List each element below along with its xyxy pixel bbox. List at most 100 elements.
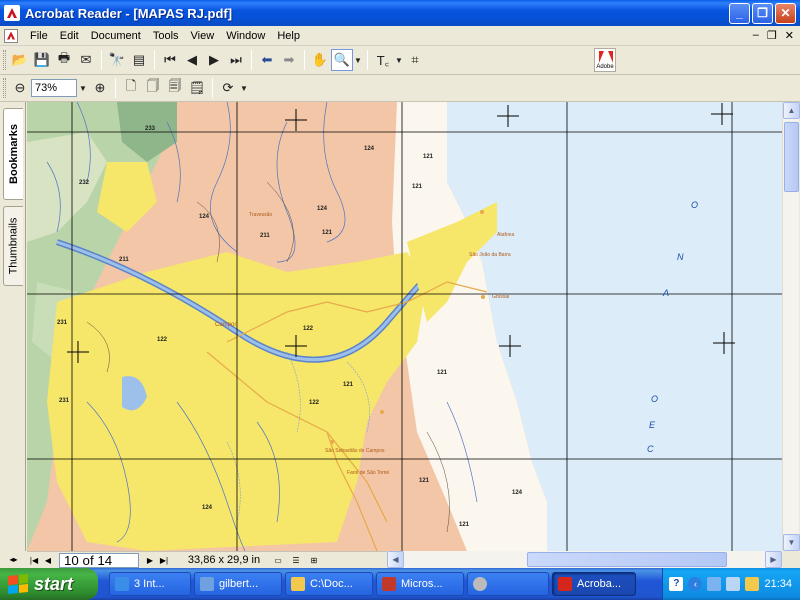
taskbar-button-label: Acroba... [577, 578, 622, 590]
toolbar-grip[interactable] [3, 78, 6, 98]
tab-thumbnails[interactable]: Thumbnails [3, 206, 23, 286]
horizontal-scroll-thumb[interactable] [527, 552, 727, 567]
hand-tool-icon[interactable]: ✋ [309, 49, 331, 71]
zoom-in-icon[interactable]: ⊕ [89, 77, 111, 99]
continuous-facing-layout-icon[interactable]: ⊞ [306, 556, 322, 565]
toolbar-grip[interactable] [3, 50, 6, 70]
toolbar-separator [101, 50, 102, 70]
maximize-button[interactable]: ❐ [752, 2, 773, 24]
go-forward-icon[interactable]: ➡ [278, 49, 300, 71]
title-bar[interactable]: Acrobat Reader - [MAPAS RJ.pdf] _ ❐ ✕ [0, 0, 800, 26]
last-page-icon[interactable]: ⏭ [225, 49, 247, 71]
next-page-icon[interactable]: ▶ [203, 49, 225, 71]
vertical-scroll-thumb[interactable] [784, 122, 799, 192]
acrobat-app-icon[interactable] [4, 5, 20, 21]
clock[interactable]: 21:34 [764, 578, 792, 590]
menu-document[interactable]: Document [85, 27, 147, 45]
taskbar-button-explorer[interactable]: C:\Doc... [285, 572, 373, 596]
document-icon[interactable] [4, 28, 18, 43]
first-page-icon[interactable]: ⏮ [159, 49, 181, 71]
text-select-dropdown-icon[interactable]: ▼ [394, 49, 404, 71]
minimize-button[interactable]: _ [729, 2, 750, 24]
taskbar-button-label: Micros... [401, 578, 443, 590]
single-page-layout-icon[interactable]: ▭ [270, 556, 286, 565]
scroll-down-icon[interactable]: ▼ [783, 534, 800, 551]
email-icon[interactable]: ✉ [75, 49, 97, 71]
save-icon[interactable]: 💾 [31, 49, 53, 71]
horizontal-scrollbar[interactable]: ◀ ▶ [387, 551, 782, 568]
zoom-tool-dropdown-icon[interactable]: ▼ [353, 49, 363, 71]
map-unit-label: 122 [309, 400, 320, 406]
split-handle-icon[interactable]: ◂▸ [0, 551, 27, 568]
map-unit-label: 122 [303, 326, 314, 332]
menu-tools[interactable]: Tools [147, 27, 185, 45]
scroll-up-icon[interactable]: ▲ [783, 102, 800, 119]
next-page-nav-icon[interactable]: ▶ [144, 556, 156, 565]
map-unit-label: 121 [412, 184, 423, 190]
menu-file[interactable]: File [24, 27, 54, 45]
previous-page-nav-icon[interactable]: ◀ [42, 556, 54, 565]
map-unit-label: 124 [317, 206, 328, 212]
menu-window[interactable]: Window [220, 27, 271, 45]
help-icon[interactable]: ? [669, 577, 684, 591]
map-unit-label: 121 [343, 382, 354, 388]
actual-size-icon[interactable]: 🗋 [120, 77, 142, 99]
close-button[interactable]: ✕ [775, 2, 796, 24]
text-select-tool-icon[interactable]: T꜀ [372, 49, 394, 71]
zoom-out-icon[interactable]: ⊖ [9, 77, 31, 99]
scroll-right-icon[interactable]: ▶ [765, 551, 782, 568]
map-unit-label: 122 [157, 337, 168, 343]
place-label: Grussai [492, 294, 510, 300]
adobe-logo-icon[interactable]: Adobe [594, 48, 616, 72]
cd-icon [473, 577, 487, 591]
tab-bookmarks[interactable]: Bookmarks [3, 108, 23, 200]
show-navigation-pane-icon[interactable]: ▤ [128, 49, 150, 71]
continuous-layout-icon[interactable]: ☰ [288, 556, 304, 565]
taskbar-button-internet-explorer[interactable]: 3 Int... [109, 572, 191, 596]
document-viewport[interactable]: 233 232 231 231 211 211 124 124 124 121 … [27, 102, 782, 551]
doc-restore-button[interactable]: ❐ [767, 29, 777, 42]
snapshot-tool-icon[interactable]: ⌗ [404, 49, 426, 71]
menu-help[interactable]: Help [271, 27, 306, 45]
zoom-in-tool-icon[interactable]: 🔍 [331, 49, 353, 71]
open-icon[interactable]: 📂 [9, 49, 31, 71]
fit-page-icon[interactable]: 🗍 [142, 77, 164, 99]
go-back-icon[interactable]: ⬅ [256, 49, 278, 71]
menu-view[interactable]: View [185, 27, 221, 45]
security-alert-icon[interactable] [745, 577, 760, 591]
map-unit-label: 211 [260, 233, 270, 239]
page-number-input[interactable] [59, 552, 139, 568]
taskbar-button-acrobat[interactable]: Acroba... [552, 572, 636, 596]
menu-edit[interactable]: Edit [54, 27, 85, 45]
start-button[interactable]: start [0, 568, 98, 600]
document-window-controls: – ❐ ✕ [753, 29, 794, 42]
find-icon[interactable]: 🔭 [106, 49, 128, 71]
volume-icon[interactable] [726, 577, 741, 591]
previous-page-icon[interactable]: ◀ [181, 49, 203, 71]
taskbar-button-cd[interactable] [467, 572, 549, 596]
scroll-left-icon[interactable]: ◀ [387, 551, 404, 568]
window-title: Acrobat Reader - [MAPAS RJ.pdf] [25, 5, 233, 21]
network-icon[interactable] [707, 577, 722, 591]
first-page-nav-icon[interactable]: |◀ [28, 556, 40, 565]
windows-taskbar: start 3 Int... gilbert... C:\Doc... Micr… [0, 568, 800, 600]
zoom-dropdown-icon[interactable]: ▼ [77, 77, 89, 99]
last-page-nav-icon[interactable]: ▶| [158, 556, 170, 565]
doc-close-button[interactable]: ✕ [785, 29, 794, 42]
vertical-scrollbar[interactable]: ▲ ▼ [782, 102, 800, 551]
zoom-level-input[interactable] [31, 79, 77, 97]
taskbar-button-microsoft[interactable]: Micros... [376, 572, 464, 596]
ocean-label-letter: C [647, 444, 655, 454]
rotate-view-icon[interactable]: ⟳ [217, 77, 239, 99]
toolbar-separator [367, 50, 368, 70]
taskbar-button-gilbert[interactable]: gilbert... [194, 572, 282, 596]
folder-icon [291, 577, 305, 591]
doc-minimize-button[interactable]: – [753, 29, 759, 42]
fit-visible-icon[interactable]: 🗒 [186, 77, 208, 99]
rotate-dropdown-icon[interactable]: ▼ [239, 77, 249, 99]
show-hidden-icons-chevron-icon[interactable]: ‹ [688, 577, 703, 591]
print-icon[interactable]: 🖶 [53, 49, 75, 71]
acrobat-icon [558, 577, 572, 591]
fit-width-icon[interactable]: 🗐 [164, 77, 186, 99]
toolbar-separator [115, 78, 116, 98]
